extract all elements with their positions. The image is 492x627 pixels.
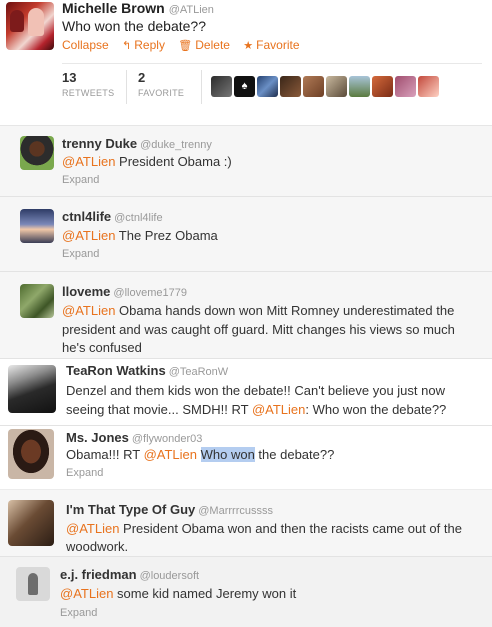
author-name[interactable]: Ms. Jones <box>66 430 129 445</box>
avatar[interactable] <box>372 76 393 97</box>
collapse-button[interactable]: Collapse <box>62 37 109 53</box>
avatar[interactable] <box>418 76 439 97</box>
author-handle[interactable]: @duke_trenny <box>140 139 212 151</box>
reply-author: I'm That Type Of Guy @Marrrrcussss <box>66 502 273 519</box>
retweets-label: RETWEETS <box>62 88 115 98</box>
avatar[interactable] <box>211 76 232 97</box>
avatar[interactable] <box>8 500 54 546</box>
reply-text: Denzel and them kids won the debate!! Ca… <box>66 383 445 398</box>
mention-link[interactable]: @ATLien <box>62 228 115 243</box>
reply-author: lloveme @lloveme1779 <box>62 284 187 301</box>
author-handle[interactable]: @loudersoft <box>140 570 199 582</box>
reply-text: @ATLien President Obama :) <box>62 154 232 169</box>
favorites-label: FAVORITE <box>138 88 185 98</box>
mention-link[interactable]: @ATLien <box>62 154 115 169</box>
author-name[interactable]: ctnl4life <box>62 209 111 224</box>
reply-tweet[interactable]: I'm That Type Of Guy @Marrrrcussss @ATLie… <box>0 490 492 557</box>
mention-link[interactable]: @ATLien <box>252 402 305 417</box>
favorite-button[interactable]: ★ Favorite <box>243 37 299 54</box>
avatar[interactable] <box>20 209 54 243</box>
reply-text: Obama!!! RT @ATLien Who won the debate?? <box>66 447 335 462</box>
reply-tweet[interactable]: TeaRon Watkins @TeaRonW Denzel and them k… <box>0 359 492 426</box>
author-handle[interactable]: @flywonder03 <box>132 433 202 445</box>
reply-text: president and was caught off guard. Mitt… <box>62 322 455 337</box>
avatar[interactable] <box>6 2 54 50</box>
reply-author: e.j. friedman @loudersoft <box>60 567 199 584</box>
bunny-logo-icon: ♠ <box>241 80 248 92</box>
avatar[interactable] <box>349 76 370 97</box>
avatar[interactable] <box>280 76 301 97</box>
favoriters-list: ♠ <box>211 76 441 98</box>
reply-text: @ATLien some kid named Jeremy won it <box>60 586 297 601</box>
reply-text: woodwork. <box>66 539 129 554</box>
reply-tweet[interactable]: ctnl4life @ctnl4life @ATLien The Prez Oba… <box>0 197 492 272</box>
stat-divider <box>126 70 127 104</box>
avatar[interactable] <box>16 567 50 601</box>
reply-text: @ATLien The Prez Obama <box>62 228 218 243</box>
author-name[interactable]: I'm That Type Of Guy <box>66 502 195 517</box>
retweets-stat[interactable]: 13 RETWEETS <box>62 70 114 100</box>
avatar[interactable] <box>8 365 56 413</box>
trash-icon: 🗑 <box>178 40 193 52</box>
avatar[interactable] <box>326 76 347 97</box>
highlighted-text: Who won <box>200 447 255 462</box>
star-icon: ★ <box>243 40 254 52</box>
author-handle[interactable]: @TeaRonW <box>169 366 228 378</box>
favorites-count: 2 <box>138 70 146 85</box>
author-name[interactable]: e.j. friedman <box>60 567 137 582</box>
reply-tweet[interactable]: Ms. Jones @flywonder03 Obama!!! RT @ATLie… <box>0 426 492 490</box>
divider <box>62 63 482 64</box>
reply-author: trenny Duke @duke_trenny <box>62 136 212 153</box>
reply-text: @ATLien Obama hands down won Mitt Romney… <box>62 303 455 318</box>
avatar[interactable] <box>303 76 324 97</box>
mention-link[interactable]: @ATLien <box>144 447 197 462</box>
reply-tweet[interactable]: e.j. friedman @loudersoft @ATLien some ki… <box>0 557 492 627</box>
reply-text: seeing that movie... SMDH!! RT @ATLien: … <box>66 402 447 417</box>
tweet-actions: Collapse ↰ Reply 🗑 Delete ★ Favorite <box>62 37 310 54</box>
avatar[interactable]: ♠ <box>234 76 255 97</box>
reply-author: TeaRon Watkins @TeaRonW <box>66 363 228 380</box>
favorites-stat[interactable]: 2 FAVORITE <box>138 70 184 100</box>
delete-button[interactable]: 🗑 Delete <box>178 37 230 54</box>
reply-text: he's confused <box>62 340 142 355</box>
main-tweet: Michelle Brown @ATLien Who won the debate… <box>0 0 492 126</box>
reply-tweet[interactable]: lloveme @lloveme1779 @ATLien Obama hands … <box>0 272 492 359</box>
avatar[interactable] <box>395 76 416 97</box>
author-name[interactable]: trenny Duke <box>62 136 137 151</box>
avatar[interactable] <box>20 284 54 318</box>
avatar[interactable] <box>8 429 54 479</box>
expand-link[interactable]: Expand <box>60 606 97 620</box>
reply-tweet[interactable]: trenny Duke @duke_trenny @ATLien Presiden… <box>0 126 492 197</box>
author-name[interactable]: Michelle Brown <box>62 0 165 16</box>
stat-divider <box>201 70 202 104</box>
mention-link[interactable]: @ATLien <box>62 303 115 318</box>
tweet-author: Michelle Brown @ATLien <box>62 0 214 18</box>
author-name[interactable]: TeaRon Watkins <box>66 363 166 378</box>
reply-author: ctnl4life @ctnl4life <box>62 209 163 226</box>
reply-text: @ATLien President Obama won and then the… <box>66 521 462 536</box>
author-handle[interactable]: @Marrrrcussss <box>198 505 273 517</box>
author-handle[interactable]: @lloveme1779 <box>113 287 187 299</box>
avatar[interactable] <box>257 76 278 97</box>
author-handle[interactable]: @ctnl4life <box>114 212 162 224</box>
expand-link[interactable]: Expand <box>62 247 99 261</box>
tweet-text: Who won the debate?? <box>62 18 206 34</box>
reply-arrow-icon: ↰ <box>122 40 132 52</box>
mention-link[interactable]: @ATLien <box>66 521 119 536</box>
tweet-thread-page: Michelle Brown @ATLien Who won the debate… <box>0 0 492 627</box>
expand-link[interactable]: Expand <box>62 173 99 187</box>
retweets-count: 13 <box>62 70 77 85</box>
expand-link[interactable]: Expand <box>66 466 103 480</box>
reply-button[interactable]: ↰ Reply <box>122 37 165 54</box>
author-name[interactable]: lloveme <box>62 284 110 299</box>
author-handle[interactable]: @ATLien <box>169 4 214 16</box>
mention-link[interactable]: @ATLien <box>60 586 113 601</box>
avatar[interactable] <box>20 136 54 170</box>
